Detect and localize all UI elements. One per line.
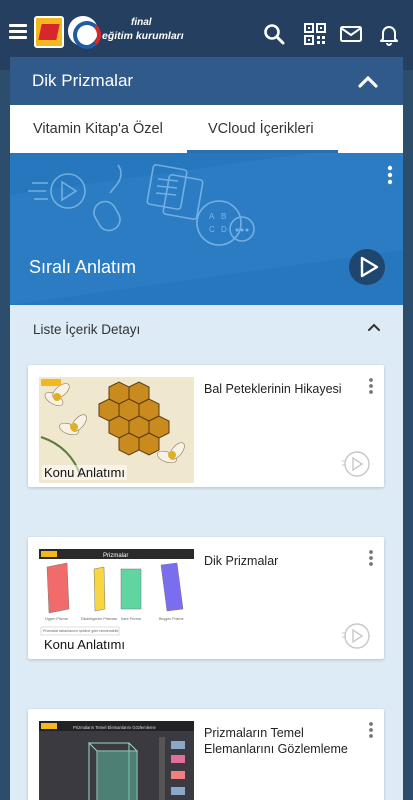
logo-text-bottom: eğitim kurumları (102, 30, 184, 42)
qr-code-icon[interactable] (303, 22, 327, 46)
notification-bell-icon[interactable] (377, 22, 401, 46)
list-item[interactable]: Prizmalar Üçgen Prizma Dikdörtgenler Pri… (28, 537, 384, 659)
search-icon[interactable] (262, 22, 286, 46)
mail-icon[interactable] (339, 22, 363, 46)
tab-vitamin-kitap[interactable]: Vitamin Kitap'a Özel (33, 121, 163, 137)
svg-text:Beşgen Prizma: Beşgen Prizma (159, 617, 183, 621)
svg-text:B: B (221, 212, 226, 221)
chevron-up-small-icon[interactable] (367, 320, 381, 334)
abcd-icon: A BC D (209, 212, 249, 234)
svg-text:C: C (209, 225, 215, 234)
content-type-label: Konu Anlatımı (42, 637, 127, 652)
item-title: Dik Prizmalar (204, 554, 279, 568)
more-options-icon[interactable] (368, 377, 374, 395)
logo-text-top: final (131, 17, 152, 28)
svg-text:A: A (209, 212, 215, 221)
more-options-icon[interactable] (368, 721, 374, 739)
thumbnail-prisms: Prizmalar Üçgen Prizma Dikdörtgenler Pri… (39, 549, 194, 655)
play-outline-icon[interactable] (341, 621, 371, 651)
more-options-icon[interactable] (387, 165, 393, 185)
play-button[interactable] (349, 249, 385, 285)
tab-vcloud[interactable]: VCloud İçerikleri (208, 121, 314, 137)
final-circle-logo (68, 16, 101, 49)
thumbnail-prism-elements: Prizmaların Temel Elemanlarını Gözlemlem… (39, 721, 194, 800)
play-icon (360, 256, 379, 278)
thumbnail-honeycomb: Konu Anlatımı (39, 377, 194, 483)
more-options-icon[interactable] (368, 549, 374, 567)
svg-text:Üçgen Prizma: Üçgen Prizma (45, 617, 68, 621)
brand-logo[interactable]: final eğitim kurumları (34, 14, 194, 50)
svg-text:Prizmalar tabanlarının şekline: Prizmalar tabanlarının şekline göre isim… (43, 629, 119, 633)
content-tabs: Vitamin Kitap'a Özel VCloud İçerikleri (10, 105, 403, 153)
svg-text:D: D (221, 225, 227, 234)
list-item[interactable]: Prizmaların Temel Elemanlarını Gözlemlem… (28, 709, 384, 800)
final-badge-logo (34, 16, 64, 48)
svg-text:Dikdörtgenler Prizması: Dikdörtgenler Prizması (81, 617, 117, 621)
section-header[interactable]: Dik Prizmalar (10, 57, 403, 105)
content-list-panel: Liste İçerik Detayı Konu Anlatımı Bal Pe… (10, 305, 403, 800)
list-title: Liste İçerik Detayı (33, 322, 141, 337)
hero-illustration-icon: A BC D (28, 164, 255, 246)
list-item[interactable]: Konu Anlatımı Bal Peteklerinin Hikayesi (28, 365, 384, 487)
menu-icon[interactable] (9, 24, 27, 40)
content-type-label: Konu Anlatımı (42, 465, 127, 480)
play-outline-icon[interactable] (341, 449, 371, 479)
thumb-title: Prizmaların Temel Elemanlarını Gözlemlem… (73, 725, 156, 730)
hero-label: Sıralı Anlatım (29, 257, 137, 277)
sequential-lesson-card[interactable]: ABCD Sıralı Anlatım (10, 153, 403, 305)
prism-elements-illustration: Prizmaların Temel Elemanlarını Gözlemlem… (39, 721, 194, 800)
section-title: Dik Prizmalar (32, 71, 134, 90)
thumb-title: Prizmalar (103, 553, 128, 559)
svg-text:Kare Prizma: Kare Prizma (121, 617, 141, 621)
chevron-up-icon[interactable] (357, 71, 379, 93)
item-title: Prizmaların Temel Elemanlarını Gözlemlem… (204, 726, 348, 756)
item-title: Bal Peteklerinin Hikayesi (204, 382, 342, 396)
